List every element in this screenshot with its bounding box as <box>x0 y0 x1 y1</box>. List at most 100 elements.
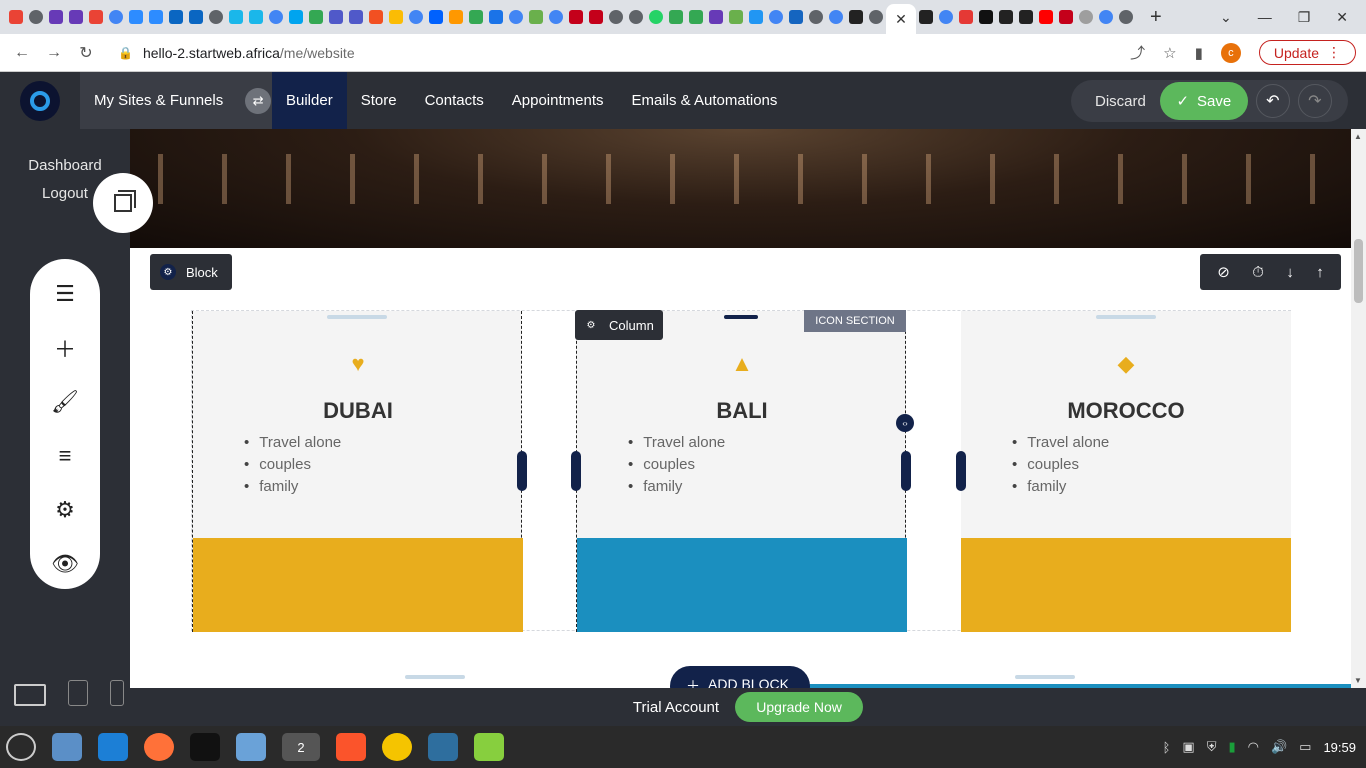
sidepanel-icon[interactable]: ▮ <box>1195 44 1203 62</box>
shield-icon[interactable]: ⛨ <box>1207 739 1217 755</box>
tab-favicon[interactable] <box>666 0 686 34</box>
dashboard-link[interactable]: Dashboard <box>0 157 130 174</box>
add-block-button[interactable]: ＋ ADD BLOCK <box>670 666 810 688</box>
update-button[interactable]: Update ⋮ <box>1258 40 1356 65</box>
timer-icon[interactable]: ⏱ <box>1252 264 1264 281</box>
clock[interactable]: 19:59 <box>1323 740 1356 755</box>
undo-icon[interactable]: ↶ <box>1255 84 1290 118</box>
tab-favicon[interactable] <box>326 0 346 34</box>
tab-favicon[interactable] <box>366 0 386 34</box>
active-tab[interactable]: ✕ <box>886 4 916 34</box>
nav-emails-automations[interactable]: Emails & Automations <box>618 72 792 129</box>
reload-icon[interactable]: ↻ <box>70 43 102 63</box>
width-resize-icon[interactable]: ‹› <box>896 414 914 432</box>
tab-favicon[interactable] <box>606 0 626 34</box>
tab-favicon[interactable] <box>126 0 146 34</box>
tab-favicon[interactable] <box>1056 0 1076 34</box>
tab-favicon[interactable] <box>1096 0 1116 34</box>
tab-favicon[interactable] <box>426 0 446 34</box>
tab-favicon[interactable] <box>846 0 866 34</box>
profile-avatar[interactable]: c <box>1220 42 1241 63</box>
share-icon[interactable]: ⤴ <box>1130 42 1145 63</box>
hide-icon[interactable]: ⊘ <box>1217 263 1230 281</box>
forward-icon[interactable]: → <box>38 44 70 62</box>
vscode-icon[interactable] <box>98 733 128 761</box>
nav-appointments[interactable]: Appointments <box>498 72 618 129</box>
my-sites-switcher[interactable]: My Sites & Funnels ⇄ <box>80 72 272 129</box>
tab-favicon[interactable] <box>446 0 466 34</box>
minimize-icon[interactable]: — <box>1258 9 1272 25</box>
firefox-icon[interactable] <box>144 733 174 761</box>
tab-favicon[interactable] <box>46 0 66 34</box>
tab-favicon[interactable] <box>996 0 1016 34</box>
brave-icon[interactable] <box>336 733 366 761</box>
column-dubai[interactable]: ♥ DUBAI Travel alone couples family <box>192 311 523 632</box>
tab-favicon[interactable] <box>866 0 886 34</box>
drag-handle[interactable] <box>327 315 387 319</box>
bitwarden-icon[interactable] <box>382 733 412 761</box>
tab-favicon[interactable] <box>936 0 956 34</box>
canvas-scrollbar[interactable]: ▲ ▼ <box>1351 129 1366 688</box>
tab-favicon[interactable] <box>586 0 606 34</box>
tab-favicon[interactable] <box>826 0 846 34</box>
tab-favicon[interactable] <box>466 0 486 34</box>
column-resize-handle[interactable] <box>571 451 581 491</box>
mobile-icon[interactable] <box>110 680 124 706</box>
folder-icon[interactable] <box>236 733 266 761</box>
swap-icon[interactable]: ⇄ <box>245 87 272 114</box>
column-morocco[interactable]: ◆ MOROCCO Travel alone couples family <box>961 311 1291 632</box>
tab-favicon[interactable] <box>1016 0 1036 34</box>
tab-favicon[interactable] <box>146 0 166 34</box>
battery-icon[interactable]: ▭ <box>1299 739 1311 755</box>
volume-icon[interactable]: 🔊 <box>1271 739 1287 755</box>
brush-icon[interactable]: 🖌 <box>51 389 79 415</box>
tab-favicon[interactable] <box>976 0 996 34</box>
new-tab-button[interactable]: + <box>1150 6 1162 29</box>
tab-favicon[interactable] <box>226 0 246 34</box>
drag-handle[interactable] <box>724 315 758 319</box>
tab-favicon[interactable] <box>766 0 786 34</box>
tab-favicon[interactable] <box>646 0 666 34</box>
tab-favicon[interactable] <box>786 0 806 34</box>
tab-favicon[interactable] <box>806 0 826 34</box>
tab-favicon[interactable] <box>6 0 26 34</box>
plus-icon[interactable]: ＋ <box>52 335 78 362</box>
drag-handle[interactable] <box>1096 315 1156 319</box>
tab-favicon[interactable] <box>306 0 326 34</box>
eye-icon[interactable]: 👁 <box>51 551 79 577</box>
tab-favicon[interactable] <box>66 0 86 34</box>
tab-favicon[interactable] <box>686 0 706 34</box>
tab-favicon[interactable] <box>166 0 186 34</box>
tab-favicon[interactable] <box>1076 0 1096 34</box>
scroll-up-icon[interactable]: ▲ <box>1354 132 1362 141</box>
tab-favicon[interactable] <box>186 0 206 34</box>
save-button[interactable]: ✓ Save <box>1159 82 1248 120</box>
tablet-icon[interactable] <box>68 680 88 706</box>
icon-section[interactable]: ♥ DUBAI Travel alone couples family ▲ BA… <box>191 310 1291 632</box>
tab-search-icon[interactable]: ⌄ <box>1220 9 1232 26</box>
desktop-icon[interactable] <box>14 684 46 706</box>
upgrade-now-button[interactable]: Upgrade Now <box>735 692 864 722</box>
column-resize-handle[interactable] <box>901 451 911 491</box>
mint-menu-icon[interactable] <box>6 733 36 761</box>
redo-icon[interactable]: ↷ <box>1297 84 1332 118</box>
files-icon[interactable] <box>52 733 82 761</box>
tab-favicon[interactable] <box>566 0 586 34</box>
restore-icon[interactable]: ❐ <box>1298 9 1311 26</box>
close-icon[interactable]: ✕ <box>895 11 907 28</box>
tab-favicon[interactable] <box>106 0 126 34</box>
chrome-icon[interactable]: 2 <box>282 733 320 761</box>
nav-contacts[interactable]: Contacts <box>411 72 498 129</box>
bookmark-star-icon[interactable]: ☆ <box>1163 44 1176 62</box>
tab-favicon[interactable] <box>346 0 366 34</box>
column-bali[interactable]: ▲ BALI Travel alone couples family <box>576 311 907 632</box>
mysql-workbench-icon[interactable] <box>428 733 458 761</box>
back-icon[interactable]: ← <box>6 44 38 62</box>
tab-favicon[interactable] <box>86 0 106 34</box>
gear-icon[interactable]: ⚙ <box>52 497 78 523</box>
tab-favicon[interactable] <box>526 0 546 34</box>
tab-favicon[interactable] <box>1036 0 1056 34</box>
url-field[interactable]: 🔒 hello-2.startweb.africa/me/website <box>118 39 1130 67</box>
terminal-icon[interactable] <box>190 733 220 761</box>
flag-icon[interactable]: ▮ <box>1228 739 1235 755</box>
